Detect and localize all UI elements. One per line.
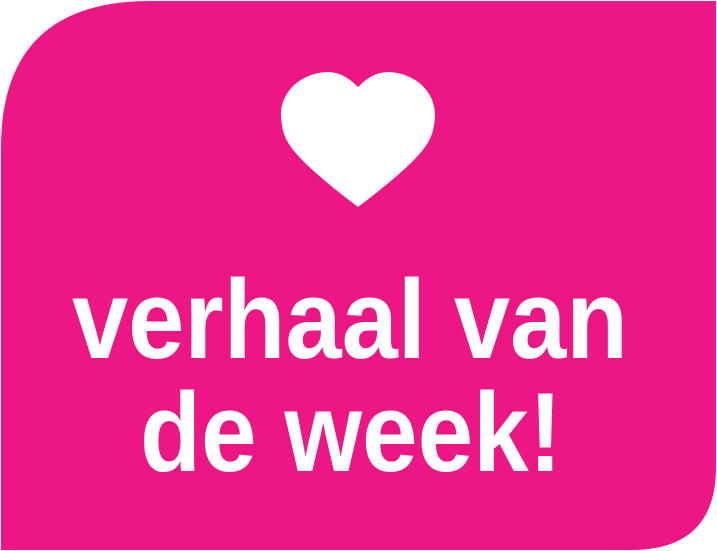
title-line-1: verhaal van: [72, 257, 628, 382]
badge: verhaal van de week!: [1, 1, 716, 550]
title-line-2: de week!: [140, 370, 562, 495]
